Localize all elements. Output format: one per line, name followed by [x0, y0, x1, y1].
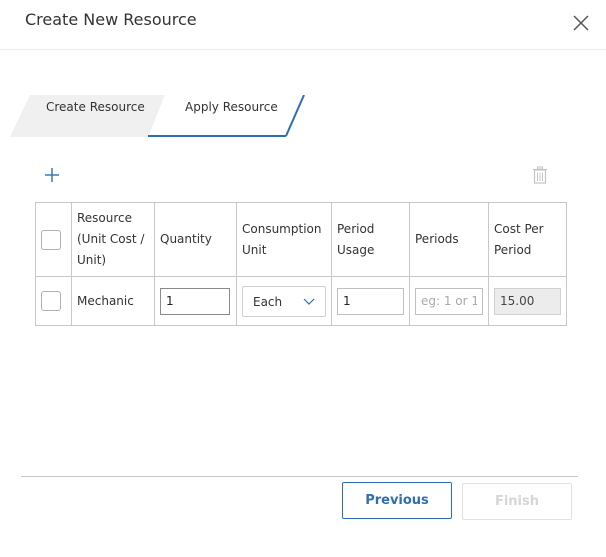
active-tab-edge — [285, 95, 305, 137]
wizard-tabs: Create Resource Apply Resource — [10, 95, 310, 139]
footer-divider — [21, 476, 578, 477]
cell-resource: Mechanic — [71, 276, 155, 326]
trash-icon[interactable] — [532, 166, 548, 184]
previous-button[interactable]: Previous — [342, 482, 452, 519]
header-period-usage: Period Usage — [331, 202, 410, 277]
header-select-cell — [35, 202, 72, 277]
consumption-unit-value: Each — [253, 294, 283, 309]
cell-quantity — [154, 276, 237, 326]
cell-consumption-unit: Each — [236, 276, 332, 326]
table-header-row: Resource (Unit Cost / Unit) Quantity Con… — [35, 202, 567, 277]
cell-cost-per-period — [488, 276, 567, 326]
row-checkbox[interactable] — [41, 291, 61, 311]
header-periods: Periods — [409, 202, 489, 277]
period-usage-input[interactable] — [337, 287, 404, 315]
dialog-title: Create New Resource — [25, 10, 197, 29]
header-consumption-unit: Consumption Unit — [236, 202, 332, 277]
finish-button[interactable]: Finish — [462, 483, 572, 520]
header-cost-per-period: Cost Per Period — [488, 202, 567, 277]
resource-table: Resource (Unit Cost / Unit) Quantity Con… — [35, 202, 567, 326]
close-icon[interactable] — [570, 12, 592, 34]
header-resource: Resource (Unit Cost / Unit) — [71, 202, 155, 277]
plus-icon[interactable] — [44, 167, 60, 183]
row-select-cell — [35, 276, 72, 326]
cell-periods — [409, 276, 489, 326]
tab-apply-resource[interactable]: Apply Resource — [185, 95, 278, 119]
quantity-input[interactable] — [160, 287, 230, 315]
periods-input[interactable] — [415, 287, 483, 315]
tab-create-resource[interactable]: Create Resource — [46, 95, 145, 119]
chevron-down-icon — [303, 298, 315, 305]
cost-per-period-field — [494, 287, 561, 315]
cell-period-usage — [331, 276, 410, 326]
dialog-header: Create New Resource — [0, 0, 606, 50]
select-all-checkbox[interactable] — [41, 229, 61, 250]
header-quantity: Quantity — [154, 202, 237, 277]
table-row: Mechanic Each — [35, 276, 567, 326]
consumption-unit-select[interactable]: Each — [242, 285, 326, 317]
